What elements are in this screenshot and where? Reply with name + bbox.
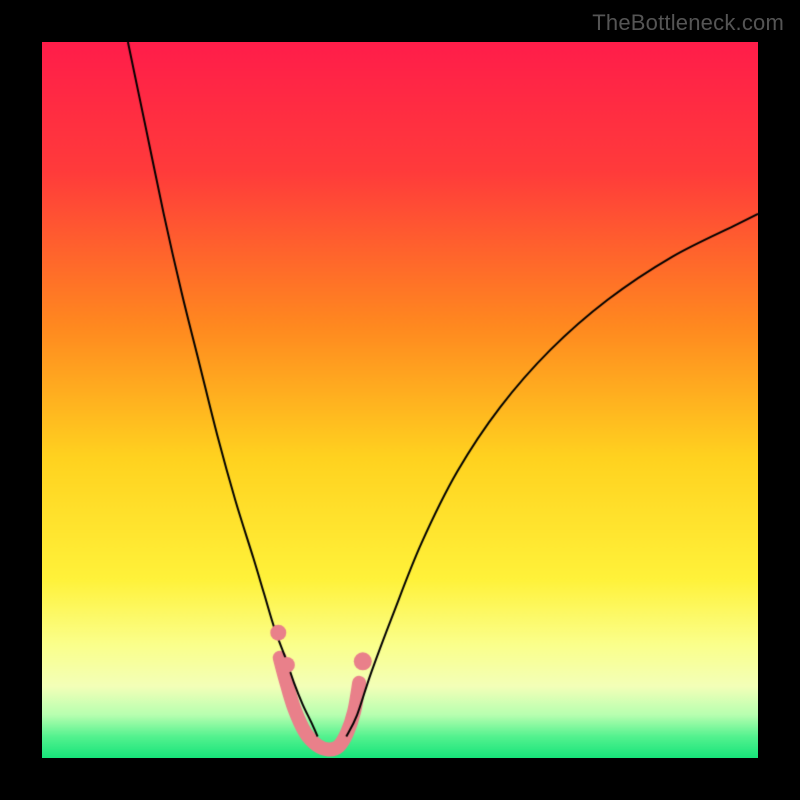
plot-area xyxy=(42,42,758,758)
chart-canvas xyxy=(42,42,758,758)
watermark-label: TheBottleneck.com xyxy=(592,10,784,36)
chart-frame: TheBottleneck.com xyxy=(0,0,800,800)
